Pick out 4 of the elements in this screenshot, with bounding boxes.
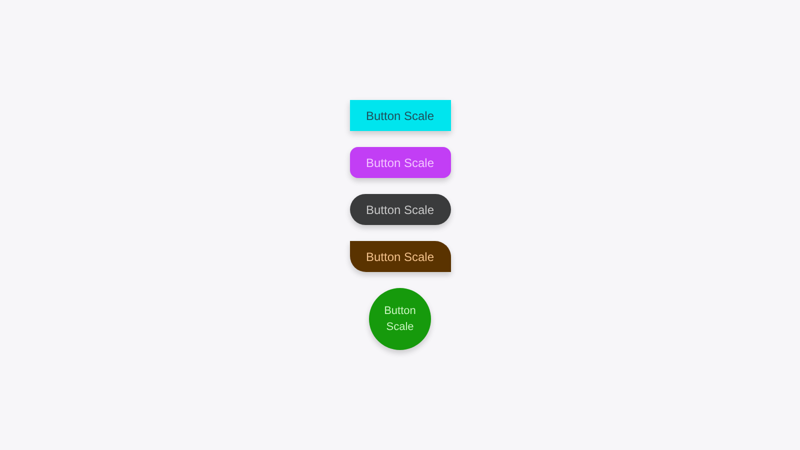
scale-button[interactable]: Button Scale — [369, 288, 431, 350]
scale-button[interactable]: Button Scale — [350, 100, 450, 131]
scale-button[interactable]: Button Scale — [350, 241, 450, 272]
scale-button[interactable]: Button Scale — [350, 194, 450, 225]
